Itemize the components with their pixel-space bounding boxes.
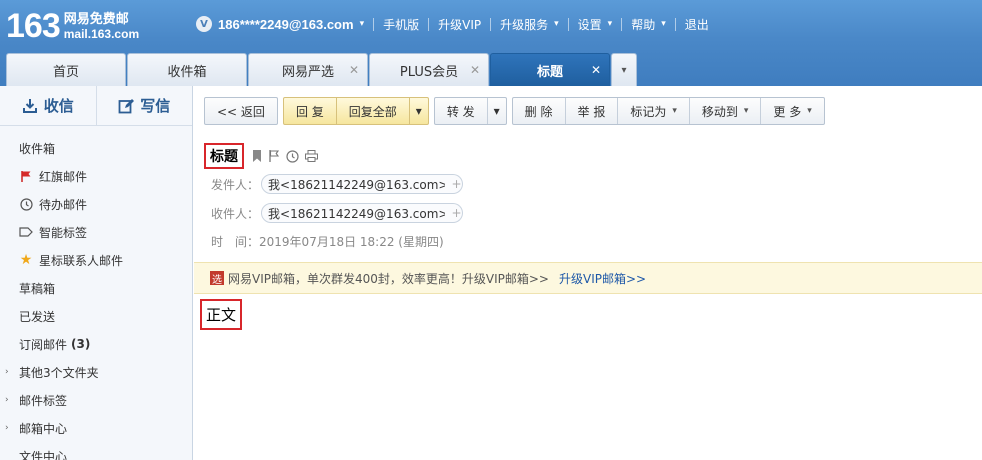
folder-starred-contacts[interactable]: ★ 星标联系人邮件 <box>0 246 192 274</box>
vip-promo-bar: 选 网易VIP邮箱，单次群发400封，效率更高！升级VIP邮箱>> 升级VIP邮… <box>194 262 982 294</box>
folder-sent[interactable]: 已发送 <box>0 302 192 330</box>
tag-icon <box>19 225 33 239</box>
sent-time: 2019年07月18日 18:22 (星期四) <box>259 235 444 249</box>
logo-number: 163 <box>6 7 61 45</box>
logo-name: 网易免费邮 <box>63 12 129 27</box>
logout-link[interactable]: 退出 <box>685 16 709 33</box>
mail-toolbar: << 返回 回 复 回复全部 ▾ 转 发 ▾ 删 除 举 报 标记为 ▾ 移动到 ▾… <box>204 97 830 125</box>
folder-subscriptions[interactable]: 订阅邮件 (3) <box>0 330 192 358</box>
bookmark-icon[interactable] <box>252 150 262 162</box>
folder-mail-tags[interactable]: › 邮件标签 <box>0 386 192 414</box>
help-menu[interactable]: 帮助 ▾ <box>631 16 666 33</box>
tab-plus-member[interactable]: PLUS会员 ✕ <box>369 53 489 86</box>
recipient-address[interactable]: 我<18621142249@163.com> <box>261 203 456 223</box>
mail-subject: 标题 <box>204 143 244 169</box>
time-label: 时 间： <box>211 235 260 249</box>
header: 163 网易免费邮 mail.163.com V 186****2249@163… <box>0 0 982 86</box>
folder-list: 收件箱 红旗邮件 待办邮件 智能标签 ★ 星标联系人邮件 草稿箱 已发送 订阅邮… <box>0 126 192 460</box>
tab-bar: 首页 收件箱 网易严选 ✕ PLUS会员 ✕ 标题 ✕ ▾ <box>6 53 637 86</box>
chevron-down-icon: ▾ <box>743 106 749 116</box>
vip-promo-text[interactable]: 网易VIP邮箱，单次群发400封，效率更高！升级VIP邮箱>> <box>228 270 549 287</box>
yanxuan-tag-icon: 选 <box>210 271 224 286</box>
more-menu[interactable]: 更 多 ▾ <box>760 98 823 124</box>
edit-icon <box>118 98 135 113</box>
chevron-right-icon: › <box>5 395 9 405</box>
mark-as-menu[interactable]: 标记为 ▾ <box>617 98 689 124</box>
tab-more-chevron-icon[interactable]: ▾ <box>611 53 637 86</box>
reply-button[interactable]: 回 复 <box>284 98 336 124</box>
tab-home[interactable]: 首页 <box>6 53 126 86</box>
chevron-right-icon: › <box>5 423 9 433</box>
chevron-right-icon: › <box>5 367 9 377</box>
mail-reader: << 返回 回 复 回复全部 ▾ 转 发 ▾ 删 除 举 报 标记为 ▾ 移动到 ▾… <box>194 86 982 460</box>
sidebar: 收信 写信 收件箱 红旗邮件 待办邮件 智能标签 ★ 星标联系人邮件 草稿箱 已… <box>0 86 193 460</box>
folder-todo[interactable]: 待办邮件 <box>0 190 192 218</box>
account-address: 186****2249@163.com <box>218 16 354 32</box>
chevron-down-icon: ▾ <box>554 19 559 29</box>
close-icon[interactable]: ✕ <box>349 63 359 77</box>
unread-count: (3) <box>71 337 91 351</box>
chevron-down-icon: ▾ <box>607 19 613 29</box>
add-contact-plus-icon[interactable]: + <box>445 174 464 194</box>
report-button[interactable]: 举 报 <box>564 98 618 124</box>
folder-other-folders[interactable]: › 其他3个文件夹 <box>0 358 192 386</box>
folder-flagged[interactable]: 红旗邮件 <box>0 162 192 190</box>
vip-badge-icon[interactable]: V <box>196 16 212 32</box>
delete-button[interactable]: 删 除 <box>513 98 565 124</box>
to-label: 收件人： <box>211 206 260 221</box>
close-icon[interactable]: ✕ <box>470 63 480 77</box>
reply-all-button[interactable]: 回复全部 <box>335 98 409 124</box>
subject-row: 标题 <box>204 143 324 169</box>
tab-inbox[interactable]: 收件箱 <box>127 53 247 86</box>
flag-icon[interactable] <box>268 150 280 162</box>
print-icon[interactable] <box>305 150 318 162</box>
upgrade-service-menu[interactable]: 升级服务 ▾ <box>500 16 559 33</box>
tab-yanxuan[interactable]: 网易严选 ✕ <box>248 53 368 86</box>
time-row: 时 间： 2019年07月18日 18:22 (星期四) <box>211 233 444 250</box>
logo[interactable]: 163 网易免费邮 mail.163.com <box>6 8 139 44</box>
reply-dropdown-chevron-icon[interactable]: ▾ <box>408 98 428 124</box>
top-navigation: V 186****2249@163.com ▾ 手机版 升级VIP 升级服务 ▾ … <box>196 14 709 34</box>
mobile-link[interactable]: 手机版 <box>383 16 419 33</box>
folder-smart-tags[interactable]: 智能标签 <box>0 218 192 246</box>
close-icon[interactable]: ✕ <box>591 63 601 77</box>
forward-button[interactable]: 转 发 <box>435 98 487 124</box>
clock-icon <box>19 197 33 211</box>
sender-address[interactable]: 我<18621142249@163.com> <box>261 174 456 194</box>
to-row: 收件人： 我<18621142249@163.com> + <box>211 203 464 223</box>
red-flag-icon <box>19 169 33 183</box>
from-row: 发件人： 我<18621142249@163.com> + <box>211 174 464 194</box>
forward-dropdown-chevron-icon[interactable]: ▾ <box>486 98 506 124</box>
chevron-down-icon: ▾ <box>807 106 812 116</box>
star-icon: ★ <box>19 252 33 268</box>
back-button[interactable]: << 返回 <box>205 98 277 124</box>
folder-file-center[interactable]: 文件中心 <box>0 442 192 460</box>
folder-drafts[interactable]: 草稿箱 <box>0 274 192 302</box>
folder-mail-center[interactable]: › 邮箱中心 <box>0 414 192 442</box>
clock-icon[interactable] <box>286 149 299 163</box>
compose-bar: 收信 写信 <box>0 86 192 126</box>
download-icon <box>22 98 37 113</box>
folder-inbox[interactable]: 收件箱 <box>0 134 192 162</box>
write-button[interactable]: 写信 <box>95 86 193 125</box>
account-menu[interactable]: 186****2249@163.com ▾ <box>218 17 364 32</box>
upgrade-vip-link[interactable]: 升级VIP <box>438 16 481 33</box>
mail-body: 正文 <box>200 299 243 330</box>
move-to-menu[interactable]: 移动到 ▾ <box>688 98 761 124</box>
receive-button[interactable]: 收信 <box>0 86 96 125</box>
settings-menu[interactable]: 设置 ▾ <box>578 16 613 33</box>
add-contact-plus-icon[interactable]: + <box>445 203 464 223</box>
chevron-down-icon: ▾ <box>661 19 666 29</box>
logo-domain: mail.163.com <box>63 27 140 41</box>
from-label: 发件人： <box>211 177 260 192</box>
tab-mail-subject[interactable]: 标题 ✕ <box>490 53 610 86</box>
upgrade-vip-link[interactable]: 升级VIP邮箱>> <box>559 270 646 287</box>
chevron-down-icon: ▾ <box>672 106 677 116</box>
chevron-down-icon: ▾ <box>359 19 365 29</box>
